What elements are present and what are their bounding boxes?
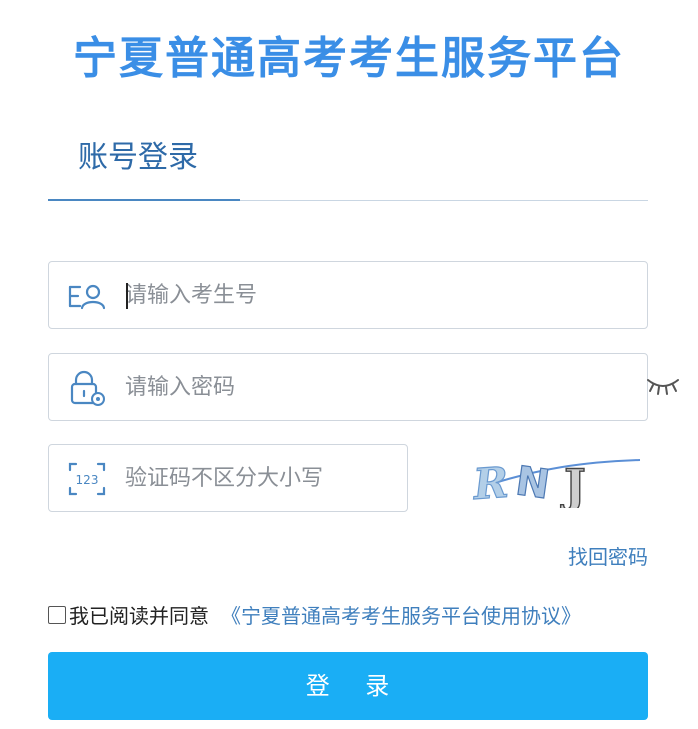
captcha-image[interactable]: R N J	[468, 452, 644, 508]
lock-gear-icon	[70, 370, 105, 406]
page-title: 宁夏普通高考考生服务平台	[73, 33, 625, 84]
eye-closed-icon[interactable]	[646, 374, 680, 396]
agree-checkbox[interactable]	[48, 605, 66, 624]
forgot-password-link[interactable]: 找回密码	[568, 541, 648, 570]
login-tab-bar: 账号登录	[48, 118, 648, 201]
number-123-icon: 123	[68, 462, 106, 496]
user-id-icon	[68, 284, 106, 310]
agreement-link[interactable]: 《宁夏普通高考考生服务平台使用协议》	[221, 600, 581, 629]
text-cursor	[126, 283, 128, 309]
svg-text:123: 123	[76, 473, 99, 487]
username-field[interactable]	[48, 261, 648, 329]
svg-text:J: J	[560, 459, 586, 508]
captcha-input[interactable]	[125, 445, 393, 511]
agree-text: 我已阅读并同意	[69, 604, 209, 628]
login-button[interactable]: 登 录	[48, 652, 648, 720]
password-input[interactable]	[125, 354, 633, 420]
captcha-field[interactable]: 123	[48, 444, 408, 512]
agreement-row: 我已阅读并同意 《宁夏普通高考考生服务平台使用协议》	[48, 600, 581, 629]
svg-text:R: R	[471, 458, 510, 508]
password-field[interactable]	[48, 353, 648, 421]
username-input[interactable]	[125, 262, 633, 328]
tab-account-login[interactable]: 账号登录	[48, 118, 240, 201]
svg-text:N: N	[513, 458, 553, 508]
